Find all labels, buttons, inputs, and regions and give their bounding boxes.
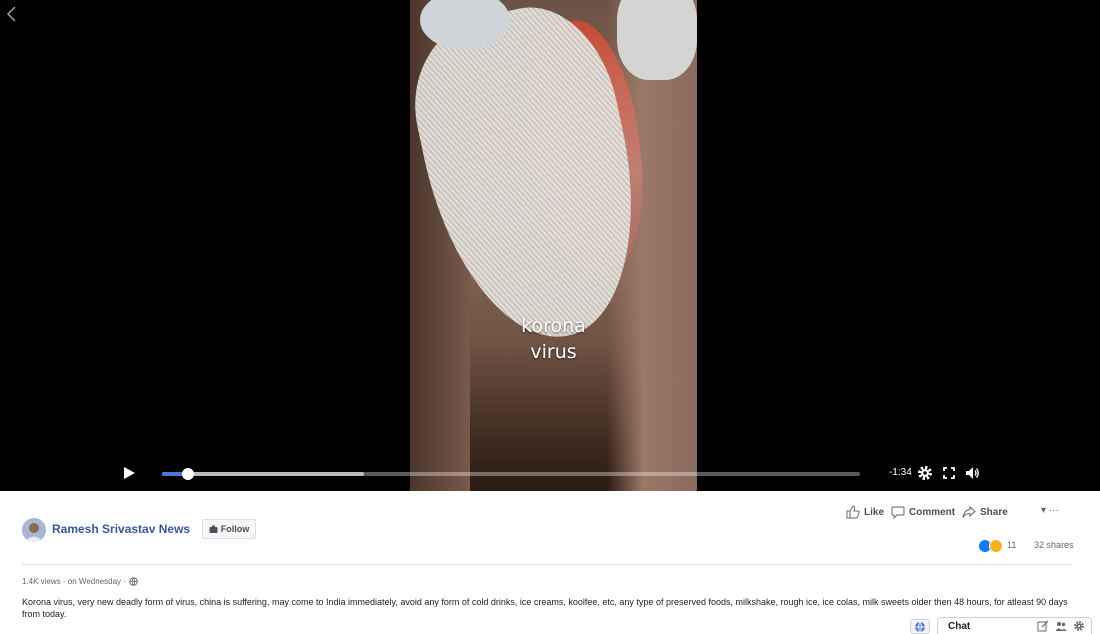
video-player[interactable]: korona virus -1:34 <box>0 0 1100 491</box>
page: korona virus -1:34 Ramesh Srivastav News… <box>0 0 1100 634</box>
share-button[interactable]: Share <box>962 505 1008 519</box>
follow-button[interactable]: Follow <box>202 519 256 539</box>
back-arrow-icon[interactable] <box>4 4 20 24</box>
video-controls: -1:34 <box>0 455 1100 491</box>
video-caption-line-1: korona <box>521 315 586 337</box>
volume-icon[interactable] <box>963 464 981 482</box>
avatar[interactable] <box>22 518 46 542</box>
share-arrow-icon <box>962 505 976 518</box>
like-button[interactable]: Like <box>846 505 884 519</box>
progress-bar[interactable] <box>162 468 860 480</box>
post-description: Korona virus, very new deadly form of vi… <box>22 597 1068 619</box>
people-icon[interactable] <box>1055 620 1067 632</box>
reaction-icons[interactable] <box>978 539 1003 553</box>
post-meta: 1.4K views · on Wednesday · <box>22 577 138 586</box>
comment-label: Comment <box>909 506 956 518</box>
video-caption-line-2: virus <box>530 341 577 363</box>
settings-gear-icon[interactable] <box>916 464 934 482</box>
follow-icon <box>209 525 218 533</box>
avatar-image <box>22 518 46 542</box>
globe-icon <box>129 577 138 586</box>
progress-handle[interactable] <box>181 468 194 480</box>
time-remaining: -1:34 <box>889 467 912 478</box>
page-name-link[interactable]: Ramesh Srivastav News <box>52 522 190 536</box>
gear-icon[interactable] <box>1073 620 1085 632</box>
play-icon[interactable] <box>122 466 136 480</box>
video-image-glove-right <box>617 0 697 80</box>
thumbs-up-icon <box>846 505 860 519</box>
notifications-globe-button[interactable] <box>910 619 930 634</box>
share-label: Share <box>980 506 1008 518</box>
post-details: Ramesh Srivastav News Follow Like Commen… <box>0 491 1100 634</box>
comment-button[interactable]: Comment <box>891 505 955 519</box>
wow-reaction-icon <box>989 539 1003 553</box>
chat-bar[interactable]: Chat <box>937 617 1092 634</box>
follow-label: Follow <box>220 524 250 534</box>
fullscreen-icon[interactable] <box>940 464 958 482</box>
more-options-button[interactable]: ▾ ··· <box>1041 505 1059 516</box>
reaction-count[interactable]: 11 <box>1007 540 1016 550</box>
divider <box>22 564 1072 565</box>
views-and-date: 1.4K views · on Wednesday · <box>22 577 126 586</box>
video-frame: korona virus <box>410 0 697 491</box>
chat-label: Chat <box>948 620 971 632</box>
like-label: Like <box>864 506 885 518</box>
shares-count[interactable]: 32 shares <box>1034 540 1074 550</box>
globe-icon <box>915 621 925 633</box>
compose-icon[interactable] <box>1037 620 1049 632</box>
comment-icon <box>891 506 905 519</box>
